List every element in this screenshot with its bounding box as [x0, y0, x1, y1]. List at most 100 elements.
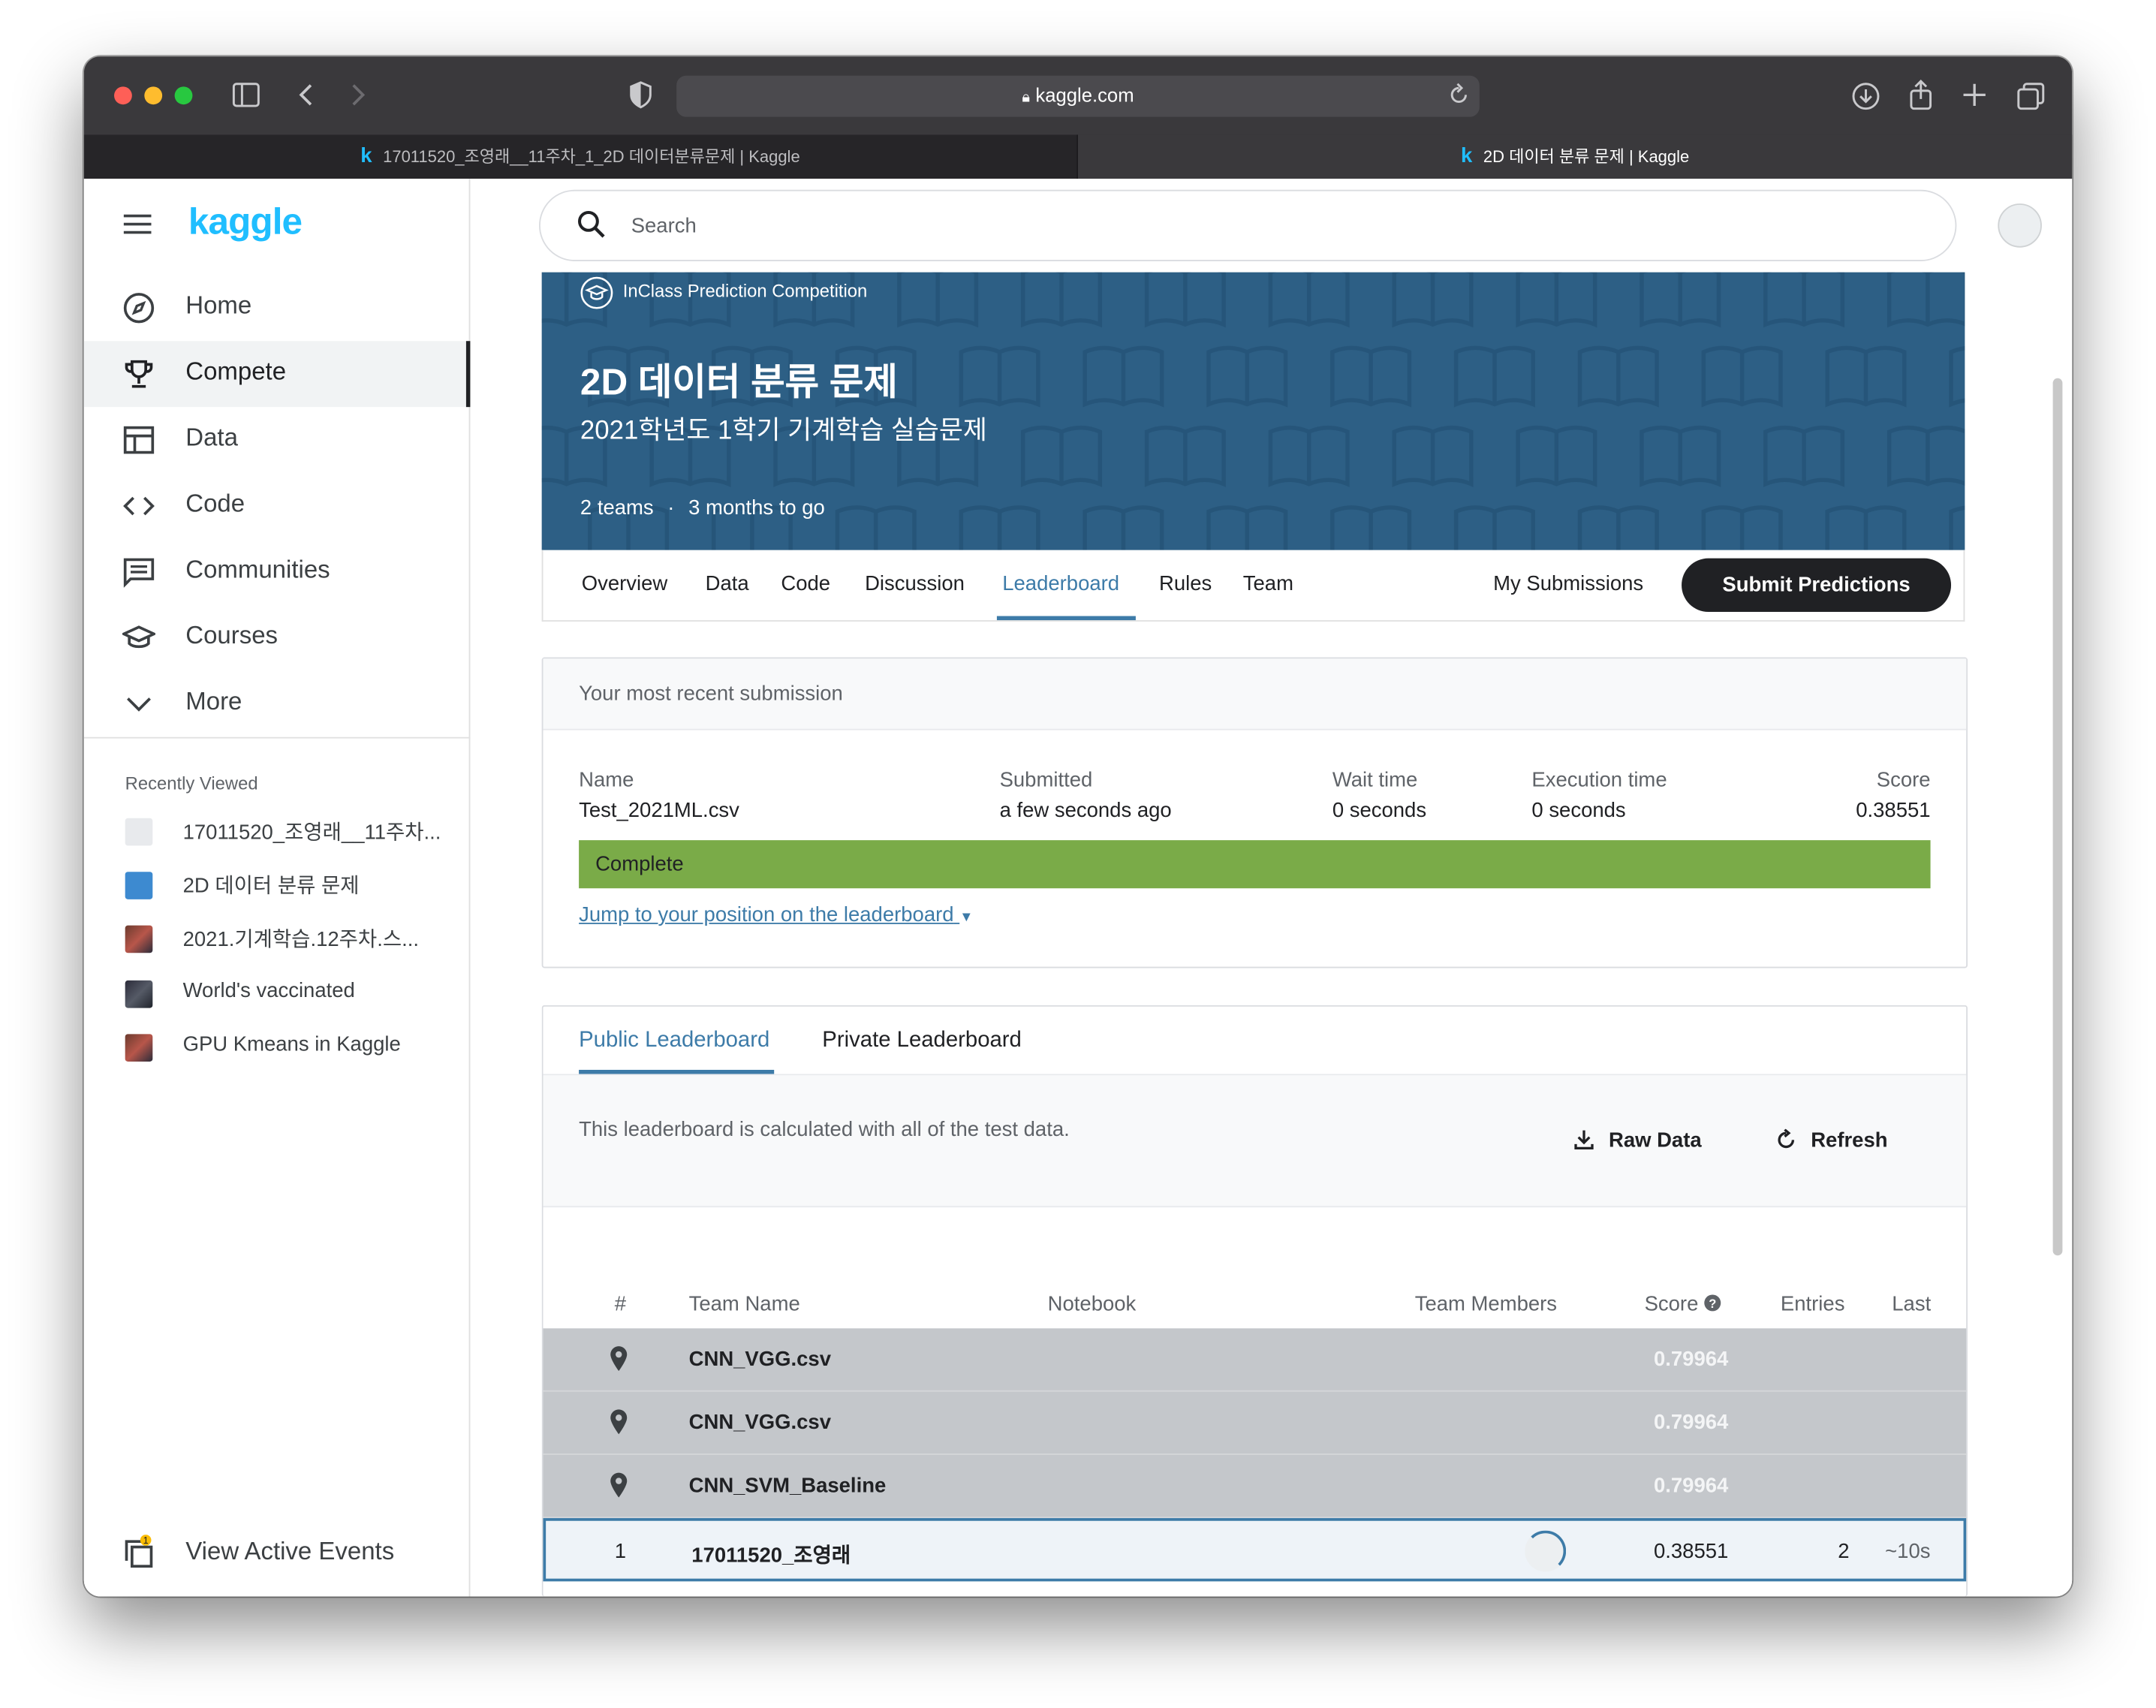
table-icon	[123, 426, 155, 454]
nav-communities[interactable]: Communities	[84, 539, 471, 605]
browser-tab-label: 2D 데이터 분류 문제 | Kaggle	[1483, 146, 1690, 167]
nav-data[interactable]: Data	[84, 407, 471, 473]
submission-time: a few seconds ago	[999, 799, 1172, 823]
wait-time: 0 seconds	[1332, 799, 1427, 823]
menu-icon[interactable]	[122, 212, 152, 236]
forward-icon[interactable]	[351, 83, 367, 107]
submit-predictions-button[interactable]: Submit Predictions	[1682, 558, 1952, 613]
tab-overview-icon[interactable]	[2016, 81, 2046, 111]
tab-leaderboard[interactable]: Leaderboard	[1002, 572, 1119, 595]
zoom-window-button[interactable]	[174, 86, 193, 105]
browser-tab-notebook[interactable]: k 17011520_조영래__11주차_1_2D 데이터분류문제 | Kaggl…	[84, 134, 1076, 179]
jump-to-position-link[interactable]: Jump to your position on the leaderboard…	[579, 903, 973, 926]
tab-rules[interactable]: Rules	[1159, 572, 1212, 595]
benchmark-row[interactable]: CNN_VGG.csv 0.79964	[543, 1328, 1967, 1392]
reload-icon[interactable]	[1447, 81, 1471, 109]
nav-label: Courses	[185, 621, 279, 649]
score-header-label: Score	[1644, 1292, 1699, 1316]
my-team-row[interactable]: 1 17011520_조영래 0.38551 2 ~10s	[543, 1518, 1967, 1582]
col-submitted-header: Submitted	[999, 768, 1093, 793]
search-bar[interactable]: Search	[538, 189, 1957, 262]
sidebar-toggle-icon[interactable]	[232, 83, 260, 107]
col-notebook-header: Notebook	[1047, 1292, 1137, 1316]
shield-icon[interactable]	[630, 81, 652, 109]
url-text: kaggle.com	[1035, 83, 1134, 107]
tab-team[interactable]: Team	[1243, 572, 1293, 595]
leaderboard-card: Public Leaderboard Private Leaderboard T…	[541, 1005, 1968, 1597]
notebook-thumbnail	[125, 1034, 153, 1062]
events-badge: 1	[143, 1535, 149, 1546]
col-last-header: Last	[1892, 1292, 1932, 1316]
events-icon: 1	[125, 1535, 153, 1568]
team-entries: 2	[1838, 1540, 1850, 1564]
my-submissions-link[interactable]: My Submissions	[1493, 572, 1643, 595]
competition-meta: 2 teams · 3 months to go	[580, 496, 825, 520]
competition-subtitle: 2021학년도 1학기 기계학습 실습문제	[580, 416, 987, 446]
back-icon[interactable]	[297, 83, 314, 107]
sidebar-divider	[83, 737, 471, 739]
user-avatar[interactable]	[1998, 203, 2042, 248]
nav-label: Code	[185, 490, 245, 517]
trophy-icon	[125, 360, 153, 388]
compass-icon	[123, 293, 155, 324]
leaderboard-tabs: Public Leaderboard Private Leaderboard	[543, 1007, 1967, 1076]
col-rank-header: #	[614, 1292, 627, 1316]
download-icon[interactable]	[1850, 81, 1880, 111]
col-score-header[interactable]: Score ?	[1645, 1293, 1722, 1316]
address-bar[interactable]: 🔒︎ kaggle.com	[676, 75, 1480, 117]
col-team-header: Team Name	[688, 1292, 800, 1316]
browser-toolbar: 🔒︎ kaggle.com	[83, 56, 2073, 135]
share-icon[interactable]	[1907, 78, 1935, 111]
kaggle-logo[interactable]: kaggle	[188, 200, 303, 243]
new-tab-icon[interactable]	[1962, 83, 1987, 107]
notebook-thumbnail	[125, 925, 153, 953]
tab-public-leaderboard[interactable]: Public Leaderboard	[579, 1029, 769, 1053]
refresh-button[interactable]: Refresh	[1778, 1128, 1888, 1152]
col-members-header: Team Members	[1414, 1292, 1558, 1316]
nav-label: Home	[185, 291, 252, 319]
nav-courses[interactable]: Courses	[84, 605, 471, 671]
nav-home[interactable]: Home	[84, 275, 471, 341]
avatar-thumbnail	[125, 818, 153, 846]
jump-link-label: Jump to your position on the leaderboard	[579, 903, 954, 927]
close-window-button[interactable]	[114, 86, 132, 105]
nav-more[interactable]: More	[84, 671, 471, 737]
recent-item-label: GPU Kmeans in Kaggle	[182, 1032, 401, 1056]
tab-private-leaderboard[interactable]: Private Leaderboard	[822, 1029, 1022, 1053]
team-rank: 1	[614, 1540, 627, 1564]
recent-item-label: World's vaccinated	[182, 979, 355, 1003]
tab-bar: k 17011520_조영래__11주차_1_2D 데이터분류문제 | Kaggl…	[83, 134, 2073, 179]
page-scrollbar[interactable]	[2052, 378, 2063, 1256]
nav-compete[interactable]: Compete	[83, 341, 471, 408]
tab-discussion[interactable]: Discussion	[865, 572, 965, 595]
search-icon	[578, 210, 605, 238]
benchmark-row[interactable]: CNN_VGG.csv 0.79964	[543, 1391, 1967, 1455]
browser-tab-label: 17011520_조영래__11주차_1_2D 데이터분류문제 | Kaggle	[383, 146, 800, 167]
recent-item-label: 2021.기계학습.12주차.스...	[182, 928, 420, 952]
competition-thumbnail	[125, 872, 153, 899]
team-last-submission: ~10s	[1885, 1540, 1931, 1564]
view-active-events[interactable]: 1 View Active Events	[122, 1535, 394, 1577]
tab-overview[interactable]: Overview	[582, 572, 668, 595]
recently-viewed-title: Recently Viewed	[125, 773, 258, 794]
tab-code[interactable]: Code	[781, 572, 830, 595]
recent-submission-header: Your most recent submission	[543, 658, 1967, 730]
chevron-down-icon	[127, 697, 151, 712]
competition-kind: InClass Prediction Competition	[622, 280, 868, 302]
nav-code[interactable]: Code	[84, 473, 471, 539]
browser-tab-competition[interactable]: k 2D 데이터 분류 문제 | Kaggle	[1076, 134, 2073, 179]
pin-icon	[610, 1409, 628, 1435]
raw-data-button[interactable]: Raw Data	[1574, 1129, 1702, 1152]
team-score: 0.38551	[1653, 1540, 1729, 1564]
minimize-window-button[interactable]	[144, 86, 163, 105]
team-member-avatar[interactable]	[1525, 1530, 1567, 1572]
recent-item-label: 17011520_조영래__11주차...	[182, 821, 441, 845]
recent-item-label: 2D 데이터 분류 문제	[182, 874, 360, 899]
benchmark-row[interactable]: CNN_SVM_Baseline 0.79964	[543, 1454, 1967, 1519]
tab-data[interactable]: Data	[706, 572, 749, 595]
benchmark-name: CNN_VGG.csv	[688, 1411, 831, 1435]
status-bar: Complete	[579, 840, 1931, 889]
pin-icon	[610, 1472, 628, 1498]
competition-header: InClass Prediction Competition 2D 데이터 분류…	[541, 272, 1965, 550]
team-count: 2 teams	[580, 496, 654, 520]
